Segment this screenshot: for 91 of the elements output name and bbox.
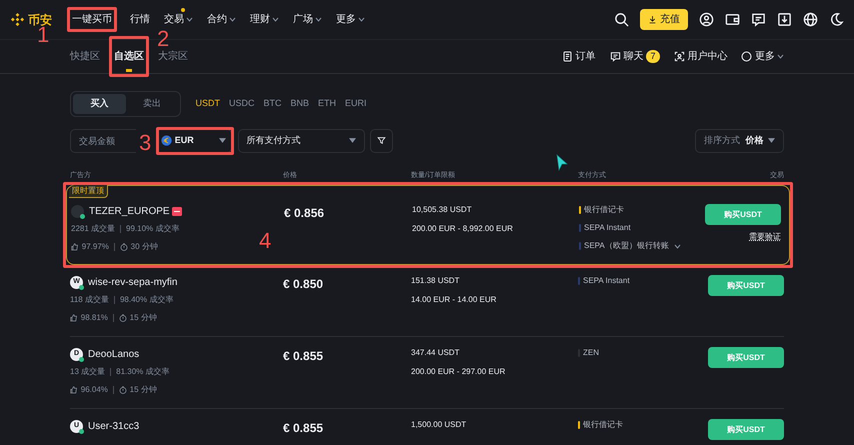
available-amount: 1,500.00 USDT — [411, 419, 468, 431]
annotation-number: 2 — [157, 28, 170, 50]
deposit-button[interactable]: 充值 — [640, 9, 688, 30]
chevron-icon — [777, 54, 784, 59]
download-icon[interactable] — [777, 12, 792, 27]
nav-link[interactable]: 更多 — [336, 12, 365, 27]
payment-method: SEPA Instant — [584, 222, 631, 234]
available-amount: 347.44 USDT — [411, 347, 460, 359]
advertiser-name[interactable]: User-31cc3 — [88, 419, 140, 434]
zone-tab[interactable]: 自选区 — [114, 41, 144, 72]
thumbs-up-icon — [70, 314, 78, 322]
advertiser-name[interactable]: DeooLanos — [88, 347, 140, 362]
euro-coin-icon — [161, 135, 172, 146]
document-icon — [562, 51, 573, 62]
trade-stats: 13 成交量 81.30% 成交率 — [70, 366, 170, 378]
payment-method: 银行借记卡 — [583, 419, 623, 431]
nav-link[interactable]: 订单 — [562, 49, 596, 64]
nav-link[interactable]: 广场 — [292, 12, 322, 27]
payment-method: ZEN — [583, 347, 599, 359]
dropdown-arrow-icon — [218, 138, 226, 143]
price: € 0.855 — [283, 420, 324, 437]
price: € 0.856 — [284, 205, 326, 222]
order-limit: 200.00 EUR - 297.00 EUR — [411, 366, 506, 378]
order-limit: 200.00 EUR - 8,992.00 EUR — [412, 223, 514, 235]
expand-caret-icon[interactable] — [674, 244, 682, 248]
advertiser-name[interactable]: TEZER_EUROPE — [89, 204, 170, 219]
asset-tab[interactable]: EURI — [345, 97, 367, 110]
nav-link[interactable]: 合约 — [206, 12, 236, 27]
mouse-cursor-icon — [556, 154, 569, 172]
search-icon[interactable] — [614, 12, 630, 27]
dropdown-arrow-icon — [768, 138, 775, 143]
nav-link[interactable]: 理财 — [250, 12, 279, 27]
wallet-icon[interactable] — [725, 12, 740, 27]
price: € 0.855 — [283, 348, 324, 365]
positive-rate: 96.04% — [80, 384, 108, 396]
chat-icon — [610, 51, 621, 62]
filter-button[interactable] — [370, 128, 393, 152]
annotation-number: 3 — [139, 132, 152, 154]
annotation-box — [109, 36, 149, 77]
nav-link[interactable]: 更多 — [741, 49, 784, 64]
trade-stats: 118 成交量 98.40% 成交率 — [70, 294, 174, 306]
order-limit: 14.00 EUR - 14.00 EUR — [411, 294, 498, 306]
dropdown-arrow-icon — [348, 138, 356, 143]
positive-rate: 98.81% — [80, 312, 108, 324]
advertiser-name[interactable]: wise-rev-sepa-myfin — [88, 275, 178, 290]
side-tab[interactable]: 买入 — [73, 94, 126, 114]
nav-link[interactable]: 行情 — [130, 12, 150, 27]
moon-icon[interactable] — [829, 12, 844, 27]
download-arrow-icon — [648, 15, 658, 24]
globe-icon[interactable] — [803, 12, 818, 27]
side-tab[interactable]: 卖出 — [126, 94, 178, 114]
payment-method: SEPA（欧盟）银行转账 — [584, 240, 669, 252]
user-scan-icon — [674, 51, 684, 62]
release-time: 15 分钟 — [130, 384, 157, 396]
more-icon — [741, 51, 752, 62]
annotation-box — [66, 7, 117, 32]
timer-icon — [118, 386, 127, 394]
annotation-number: 4 — [259, 230, 272, 252]
nav-link[interactable]: 用户中心 — [674, 49, 728, 64]
thumbs-up-icon — [70, 386, 78, 394]
user-icon[interactable] — [699, 12, 714, 27]
zone-tab[interactable]: 快捷区 — [70, 41, 100, 72]
asset-tab[interactable]: BNB — [290, 97, 310, 110]
timer-icon — [120, 243, 128, 251]
nav-link[interactable]: 聊天 7 — [610, 49, 660, 64]
asset-tab[interactable]: ETH — [318, 97, 336, 110]
thumbs-up-icon — [71, 243, 79, 251]
count-badge: 7 — [646, 50, 660, 64]
available-amount: 10,505.38 USDT — [412, 204, 473, 216]
promoted-tag: 限时置顶 — [69, 185, 108, 198]
sort-select[interactable]: 排序方式 价格 — [695, 128, 784, 152]
payment-method: 银行借记卡 — [584, 204, 624, 216]
avatar-icon — [71, 205, 84, 218]
positive-rate: 97.97% — [82, 241, 109, 253]
verification-link[interactable]: 需要验证 — [749, 231, 781, 243]
asset-tab[interactable]: USDT — [196, 97, 220, 110]
payment-method: SEPA Instant — [583, 275, 630, 287]
asset-tab[interactable]: USDC — [229, 97, 255, 110]
payment-select[interactable]: 所有支付方式 — [238, 128, 364, 152]
release-time: 15 分钟 — [130, 312, 157, 324]
message-icon[interactable] — [751, 12, 766, 27]
asset-tab[interactable]: BTC — [264, 97, 282, 110]
amount-field[interactable]: 交易金额 — [70, 128, 136, 152]
trade-stats: 2281 成交量 99.10% 成交率 — [71, 223, 180, 235]
timer-icon — [118, 314, 127, 322]
logo-icon[interactable] — [10, 12, 25, 27]
price: € 0.850 — [283, 276, 324, 293]
nav-link[interactable]: 一键买币 — [72, 12, 112, 27]
available-amount: 151.38 USDT — [411, 275, 460, 287]
nav-link[interactable]: 交易 — [164, 12, 193, 27]
release-time: 30 分钟 — [130, 241, 158, 253]
